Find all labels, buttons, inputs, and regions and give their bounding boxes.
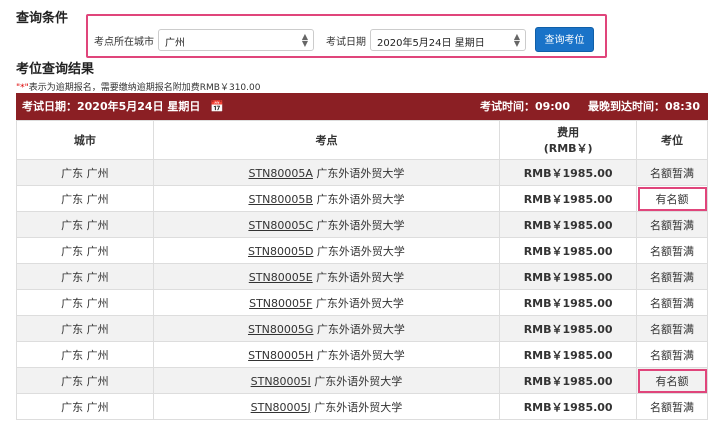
site-code-link[interactable]: STN80005J (251, 401, 311, 414)
city-cell: 广东 广州 (16, 263, 154, 290)
site-cell: STN80005C 广东外语外贸大学 (152, 211, 501, 238)
site-name: 广东外语外贸大学 (313, 322, 405, 336)
site-cell: STN80005J 广东外语外贸大学 (152, 393, 501, 420)
city-cell: 广东 广州 (16, 393, 154, 420)
table-row: 广东 广州 STN80005A 广东外语外贸大学 RMB￥1985.00 名额暂… (16, 159, 708, 186)
site-cell: STN80005E 广东外语外贸大学 (152, 263, 501, 290)
select-arrows-icon: ▲ ▼ (513, 32, 520, 48)
table-row: 广东 广州 STN80005I 广东外语外贸大学 RMB￥1985.00 有名额 (16, 367, 708, 394)
seat-status-cell: 名额暂满 (636, 211, 708, 238)
seat-status-cell: 有名额 (636, 367, 708, 394)
note-text: 表示为逾期报名，需要缴纳逾期报名附加费RMB￥310.00 (28, 83, 261, 93)
site-code-link[interactable]: STN80005F (249, 297, 312, 310)
site-cell: STN80005D 广东外语外贸大学 (152, 237, 501, 264)
site-cell: STN80005B 广东外语外贸大学 (152, 185, 501, 212)
col-fee-unit: (RMB￥) (543, 142, 593, 155)
table-row: 广东 广州 STN80005C 广东外语外贸大学 RMB￥1985.00 名额暂… (16, 211, 708, 238)
col-city: 城市 (16, 120, 154, 160)
seat-status-cell: 名额暂满 (636, 315, 708, 342)
query-form: 考点所在城市 广州 ▲ ▼ 考试日期 2020年5月24日 星期日 ▲ ▼ 查询考位 (86, 14, 607, 58)
site-name: 广东外语外贸大学 (312, 166, 405, 180)
site-code-link[interactable]: STN80005A (248, 167, 312, 180)
fee-cell: RMB￥1985.00 (499, 159, 638, 186)
city-value: 广州 (165, 38, 185, 49)
site-name: 广东外语外贸大学 (310, 374, 403, 388)
exam-date: 考试日期：2020年5月24日 星期日 (22, 100, 201, 113)
city-cell: 广东 广州 (16, 341, 154, 368)
city-label: 考点所在城市 (94, 37, 154, 48)
city-cell: 广东 广州 (16, 237, 154, 264)
seat-status-cell: 名额暂满 (636, 159, 708, 186)
fee-cell: RMB￥1985.00 (499, 185, 638, 212)
site-code-link[interactable]: STN80005E (249, 271, 313, 284)
col-site: 考点 (152, 120, 501, 160)
site-code-link[interactable]: STN80005B (248, 193, 312, 206)
seat-table: 城市 考点 费用 (RMB￥) 考位 广东 广州 STN80005A 广东外语外贸… (16, 120, 708, 420)
late-fee-note: "*"表示为逾期报名，需要缴纳逾期报名附加费RMB￥310.00 (16, 80, 260, 93)
site-name: 广东外语外贸大学 (310, 400, 403, 414)
seat-status-cell: 名额暂满 (636, 263, 708, 290)
exam-time: 考试时间：09:00 (479, 100, 570, 113)
city-cell: 广东 广州 (16, 367, 154, 394)
city-select[interactable]: 广州 ▲ ▼ (158, 29, 314, 51)
site-code-link[interactable]: STN80005D (248, 245, 313, 258)
results-title: 考位查询结果 (16, 62, 95, 77)
site-cell: STN80005A 广东外语外贸大学 (152, 159, 501, 186)
exam-info-bar: 考试日期：2020年5月24日 星期日 📅 考试时间：09:00 最晚到达时间：0… (16, 93, 708, 120)
date-value: 2020年5月24日 星期日 (377, 38, 485, 49)
table-row: 广东 广州 STN80005F 广东外语外贸大学 RMB￥1985.00 名额暂… (16, 289, 708, 316)
fee-cell: RMB￥1985.00 (499, 263, 638, 290)
site-cell: STN80005H 广东外语外贸大学 (152, 341, 501, 368)
table-row: 广东 广州 STN80005G 广东外语外贸大学 RMB￥1985.00 名额暂… (16, 315, 708, 342)
site-name: 广东外语外贸大学 (312, 192, 405, 206)
latest-arrival: 最晚到达时间：08:30 (587, 100, 700, 113)
seat-status-cell: 名额暂满 (636, 237, 708, 264)
seat-status-cell: 名额暂满 (636, 393, 708, 420)
city-cell: 广东 广州 (16, 159, 154, 186)
col-fee-label: 费用 (557, 126, 580, 139)
seat-status-cell: 名额暂满 (636, 341, 708, 368)
table-row: 广东 广州 STN80005D 广东外语外贸大学 RMB￥1985.00 名额暂… (16, 237, 708, 264)
table-row: 广东 广州 STN80005B 广东外语外贸大学 RMB￥1985.00 有名额 (16, 185, 708, 212)
site-name: 广东外语外贸大学 (313, 244, 405, 258)
city-cell: 广东 广州 (16, 211, 154, 238)
table-row: 广东 广州 STN80005J 广东外语外贸大学 RMB￥1985.00 名额暂… (16, 393, 708, 420)
fee-cell: RMB￥1985.00 (499, 211, 638, 238)
site-code-link[interactable]: STN80005C (248, 219, 313, 232)
calendar-icon: 📅 (210, 100, 224, 113)
site-code-link[interactable]: STN80005G (248, 323, 313, 336)
site-code-link[interactable]: STN80005H (248, 349, 313, 362)
site-name: 广东外语外贸大学 (313, 348, 405, 362)
table-row: 广东 广州 STN80005H 广东外语外贸大学 RMB￥1985.00 名额暂… (16, 341, 708, 368)
col-seat: 考位 (636, 120, 708, 160)
seat-status-cell: 名额暂满 (636, 289, 708, 316)
site-cell: STN80005F 广东外语外贸大学 (152, 289, 501, 316)
fee-cell: RMB￥1985.00 (499, 367, 638, 394)
table-row: 广东 广州 STN80005E 广东外语外贸大学 RMB￥1985.00 名额暂… (16, 263, 708, 290)
city-cell: 广东 广州 (16, 289, 154, 316)
fee-cell: RMB￥1985.00 (499, 393, 638, 420)
city-cell: 广东 广州 (16, 315, 154, 342)
city-cell: 广东 广州 (16, 185, 154, 212)
site-name: 广东外语外贸大学 (312, 296, 404, 310)
search-seats-button[interactable]: 查询考位 (535, 27, 594, 52)
query-conditions-title: 查询条件 (16, 11, 69, 26)
fee-cell: RMB￥1985.00 (499, 341, 638, 368)
note-star: "*" (16, 83, 29, 93)
fee-cell: RMB￥1985.00 (499, 289, 638, 316)
select-arrows-icon: ▲ ▼ (301, 32, 308, 48)
site-name: 广东外语外贸大学 (313, 218, 405, 232)
site-cell: STN80005G 广东外语外贸大学 (152, 315, 501, 342)
date-label: 考试日期 (326, 37, 366, 48)
fee-cell: RMB￥1985.00 (499, 315, 638, 342)
seat-status-cell: 有名额 (636, 185, 708, 212)
col-fee: 费用 (RMB￥) (499, 120, 638, 160)
site-code-link[interactable]: STN80005I (251, 375, 311, 388)
site-cell: STN80005I 广东外语外贸大学 (152, 367, 501, 394)
site-name: 广东外语外贸大学 (312, 270, 405, 284)
date-select[interactable]: 2020年5月24日 星期日 ▲ ▼ (370, 29, 526, 51)
fee-cell: RMB￥1985.00 (499, 237, 638, 264)
